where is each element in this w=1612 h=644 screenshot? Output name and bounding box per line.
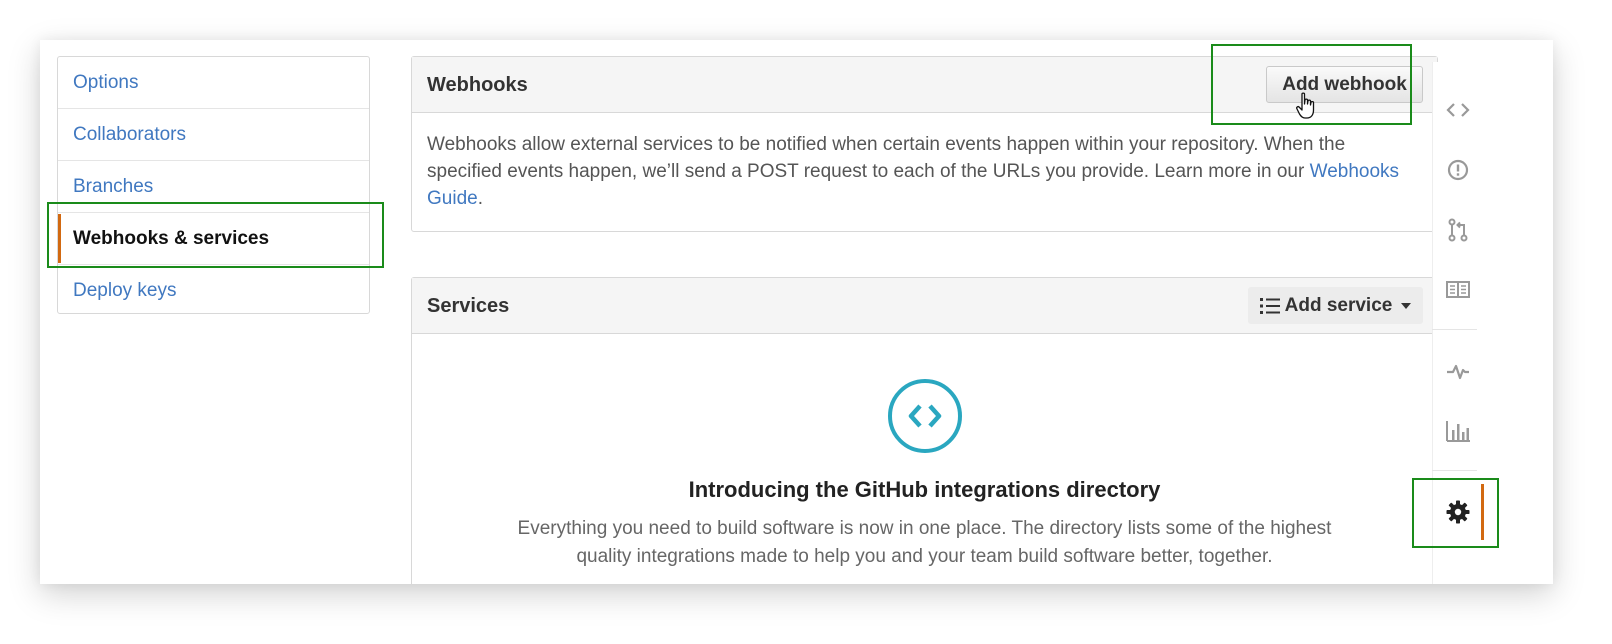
code-icon[interactable] xyxy=(1445,97,1471,123)
integrations-intro: Introducing the GitHub integrations dire… xyxy=(412,334,1437,571)
integrations-text: Everything you need to build software is… xyxy=(412,515,1437,571)
gear-icon[interactable] xyxy=(1445,499,1471,525)
pulse-icon[interactable] xyxy=(1445,358,1471,384)
rail-separator xyxy=(1432,470,1477,471)
rail-divider xyxy=(1432,62,1433,584)
menu-item-collaborators[interactable]: Collaborators xyxy=(58,109,369,161)
webhooks-description-end: . xyxy=(477,188,483,209)
webhooks-description-text: Webhooks allow external services to be n… xyxy=(427,134,1346,182)
menu-item-webhooks-services[interactable]: Webhooks & services xyxy=(58,213,369,265)
wiki-icon[interactable] xyxy=(1445,277,1471,303)
webhooks-panel-header: Webhooks Add webhook xyxy=(412,57,1437,113)
add-webhook-button[interactable]: Add webhook xyxy=(1266,66,1423,103)
menu-item-branches[interactable]: Branches xyxy=(58,161,369,213)
services-panel-header: Services Add service xyxy=(412,278,1437,334)
graphs-icon[interactable] xyxy=(1445,418,1471,444)
hand-cursor-icon xyxy=(1296,92,1315,119)
menu-item-options[interactable]: Options xyxy=(58,57,369,109)
rail-active-indicator xyxy=(1481,484,1484,540)
services-title: Services xyxy=(427,295,510,317)
integrations-title: Introducing the GitHub integrations dire… xyxy=(688,477,1161,502)
settings-page: Options Collaborators Branches Webhooks … xyxy=(40,40,1553,584)
settings-menu: Options Collaborators Branches Webhooks … xyxy=(57,56,370,314)
list-icon xyxy=(1259,297,1280,314)
add-service-label: Add service xyxy=(1284,294,1393,316)
add-service-button[interactable]: Add service xyxy=(1248,287,1423,324)
webhooks-description: Webhooks allow external services to be n… xyxy=(412,113,1437,212)
repo-nav-rail xyxy=(1432,62,1512,584)
rail-separator xyxy=(1432,329,1477,330)
services-panel: Services Add service Introducing the Git… xyxy=(411,277,1438,584)
integrations-text-line-2: quality integrations made to help you an… xyxy=(576,546,1273,567)
pull-request-icon[interactable] xyxy=(1445,217,1471,243)
integrations-text-line-1: Everything you need to build software is… xyxy=(517,518,1332,539)
integrations-code-icon xyxy=(887,379,962,453)
issue-icon[interactable] xyxy=(1445,157,1471,183)
menu-item-deploy-keys[interactable]: Deploy keys xyxy=(58,265,369,317)
webhooks-panel: Webhooks Add webhook Webhooks allow exte… xyxy=(411,56,1438,232)
caret-down-icon xyxy=(1401,302,1412,309)
webhooks-title: Webhooks xyxy=(427,74,528,96)
